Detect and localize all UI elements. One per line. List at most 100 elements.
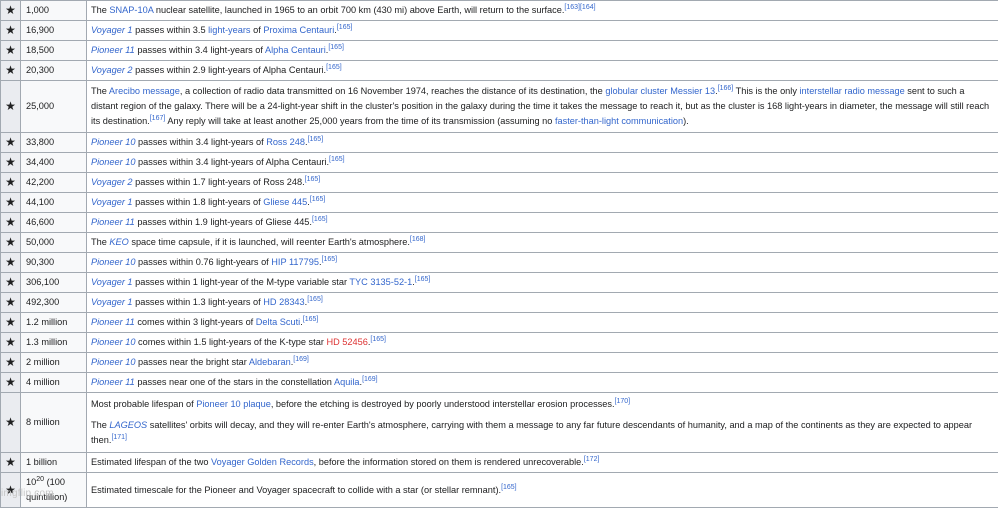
exponent: 20 bbox=[36, 476, 44, 483]
years-from-now-cell: 16,900 bbox=[21, 21, 87, 41]
redlink[interactable]: HD 52456 bbox=[326, 337, 367, 347]
wiki-link[interactable]: Voyager 1 bbox=[91, 25, 133, 35]
wiki-link[interactable]: Voyager Golden Records bbox=[211, 457, 314, 467]
star-icon: ★ bbox=[1, 133, 21, 153]
timeline-row: ★1,000The SNAP-10A nuclear satellite, la… bbox=[1, 1, 998, 21]
citation-link[interactable]: [166] bbox=[718, 85, 734, 92]
wiki-link[interactable]: Voyager 2 bbox=[91, 177, 133, 187]
citation-link[interactable]: [163][164] bbox=[564, 4, 595, 11]
timeline-row: ★18,500Pioneer 11 passes within 3.4 ligh… bbox=[1, 41, 998, 61]
citation-link[interactable]: [172] bbox=[584, 456, 600, 463]
text-segment: Any reply will take at least another 25,… bbox=[165, 116, 555, 126]
wiki-link[interactable]: HIP 117795 bbox=[271, 257, 319, 267]
wiki-link[interactable]: Delta Scuti bbox=[256, 317, 300, 327]
star-icon: ★ bbox=[1, 253, 21, 273]
citation-link[interactable]: [165] bbox=[312, 216, 328, 223]
citation-link[interactable]: [169] bbox=[362, 376, 378, 383]
text-segment: nuclear satellite, launched in 1965 to a… bbox=[153, 5, 564, 15]
wiki-link[interactable]: Voyager 1 bbox=[91, 197, 133, 207]
wiki-link[interactable]: Pioneer 11 bbox=[91, 377, 135, 387]
wiki-link[interactable]: Pioneer 11 bbox=[91, 217, 135, 227]
wiki-link[interactable]: Gliese 445 bbox=[263, 197, 307, 207]
citation-link[interactable]: [165] bbox=[501, 483, 517, 490]
star-icon: ★ bbox=[1, 353, 21, 373]
text-segment: passes within 1.9 light-years of Gliese … bbox=[135, 217, 312, 227]
citation-link[interactable]: [165] bbox=[310, 196, 326, 203]
wiki-link[interactable]: Pioneer 10 bbox=[91, 337, 135, 347]
timeline-row: ★1.2 millionPioneer 11 comes within 3 li… bbox=[1, 313, 998, 333]
event-description-cell: Voyager 2 passes within 2.9 light-years … bbox=[87, 61, 998, 81]
wiki-link[interactable]: globular cluster bbox=[605, 86, 667, 96]
wiki-link[interactable]: HD 28343 bbox=[263, 297, 304, 307]
timeline-row: ★25,000The Arecibo message, a collection… bbox=[1, 81, 998, 133]
years-from-now-cell: 1,000 bbox=[21, 1, 87, 21]
citation-link[interactable]: [170] bbox=[615, 398, 631, 405]
wiki-link[interactable]: Voyager 2 bbox=[91, 65, 133, 75]
text-segment: passes near one of the stars in the cons… bbox=[135, 377, 334, 387]
timeline-row: ★4 millionPioneer 11 passes near one of … bbox=[1, 373, 998, 393]
wiki-link[interactable]: KEO bbox=[109, 237, 128, 247]
wiki-link[interactable]: Pioneer 11 bbox=[91, 317, 135, 327]
citation-link[interactable]: [165] bbox=[308, 136, 324, 143]
text-segment: This is the only bbox=[733, 86, 799, 96]
text-segment: , before the information stored on them … bbox=[314, 457, 584, 467]
text-segment: 10 bbox=[26, 477, 36, 487]
citation-link[interactable]: [165] bbox=[303, 316, 319, 323]
timeline-row: ★34,400Pioneer 10 passes within 3.4 ligh… bbox=[1, 153, 998, 173]
star-icon: ★ bbox=[1, 393, 21, 453]
wiki-link[interactable]: Alpha Centauri bbox=[265, 45, 326, 55]
citation-link[interactable]: [165] bbox=[370, 336, 386, 343]
wiki-link[interactable]: Ross 248 bbox=[266, 137, 305, 147]
citation-link[interactable]: [171] bbox=[111, 434, 127, 441]
citation-link[interactable]: [165] bbox=[415, 276, 431, 283]
years-from-now-cell: 1.2 million bbox=[21, 313, 87, 333]
star-icon: ★ bbox=[1, 61, 21, 81]
wiki-link[interactable]: Aquila bbox=[334, 377, 360, 387]
citation-link[interactable]: [165] bbox=[322, 256, 338, 263]
citation-link[interactable]: [167] bbox=[150, 115, 166, 122]
wiki-link[interactable]: LAGEOS bbox=[109, 420, 147, 430]
star-icon: ★ bbox=[1, 213, 21, 233]
event-description-cell: Pioneer 11 passes within 1.9 light-years… bbox=[87, 213, 998, 233]
star-icon: ★ bbox=[1, 21, 21, 41]
wiki-link[interactable]: Pioneer 10 bbox=[91, 137, 135, 147]
wiki-link[interactable]: Messier 13 bbox=[670, 86, 715, 96]
wiki-link[interactable]: faster-than-light communication bbox=[555, 116, 683, 126]
years-from-now-cell: 20,300 bbox=[21, 61, 87, 81]
wiki-link[interactable]: Aldebaran bbox=[249, 357, 291, 367]
years-from-now-cell: 90,300 bbox=[21, 253, 87, 273]
wiki-link[interactable]: Voyager 1 bbox=[91, 277, 133, 287]
timeline-row: ★44,100Voyager 1 passes within 1.8 light… bbox=[1, 193, 998, 213]
timeline-row: ★42,200Voyager 2 passes within 1.7 light… bbox=[1, 173, 998, 193]
text-segment: Most probable lifespan of bbox=[91, 399, 196, 409]
text-segment: passes within 1.7 light-years of Ross 24… bbox=[133, 177, 305, 187]
wiki-link[interactable]: Pioneer 10 bbox=[91, 257, 135, 267]
wiki-link[interactable]: Pioneer 10 bbox=[91, 357, 135, 367]
wiki-link[interactable]: Pioneer 10 plaque bbox=[196, 399, 271, 409]
wiki-link[interactable]: TYC 3135-52-1 bbox=[349, 277, 412, 287]
star-icon: ★ bbox=[1, 293, 21, 313]
citation-link[interactable]: [165] bbox=[305, 176, 321, 183]
star-icon: ★ bbox=[1, 453, 21, 473]
text-segment: passes within 3.5 bbox=[133, 25, 209, 35]
wiki-link[interactable]: light-years bbox=[208, 25, 250, 35]
wiki-link[interactable]: Arecibo message bbox=[109, 86, 180, 96]
citation-link[interactable]: [165] bbox=[326, 64, 342, 71]
citation-link[interactable]: [165] bbox=[329, 156, 345, 163]
event-description-cell: Pioneer 10 passes near the bright star A… bbox=[87, 353, 998, 373]
star-icon: ★ bbox=[1, 173, 21, 193]
wiki-link[interactable]: Pioneer 10 bbox=[91, 157, 135, 167]
wiki-link[interactable]: interstellar radio message bbox=[799, 86, 904, 96]
event-description-cell: The SNAP-10A nuclear satellite, launched… bbox=[87, 1, 998, 21]
citation-link[interactable]: [165] bbox=[337, 24, 353, 31]
wiki-link[interactable]: SNAP-10A bbox=[109, 5, 153, 15]
citation-link[interactable]: [169] bbox=[293, 356, 309, 363]
citation-link[interactable]: [168] bbox=[410, 236, 426, 243]
citation-link[interactable]: [165] bbox=[307, 296, 323, 303]
star-icon: ★ bbox=[1, 373, 21, 393]
citation-link[interactable]: [165] bbox=[328, 44, 344, 51]
wiki-link[interactable]: Voyager 1 bbox=[91, 297, 133, 307]
wiki-link[interactable]: Pioneer 11 bbox=[91, 45, 135, 55]
wiki-link[interactable]: Proxima Centauri bbox=[263, 25, 334, 35]
event-description-cell: The KEO space time capsule, if it is lau… bbox=[87, 233, 998, 253]
